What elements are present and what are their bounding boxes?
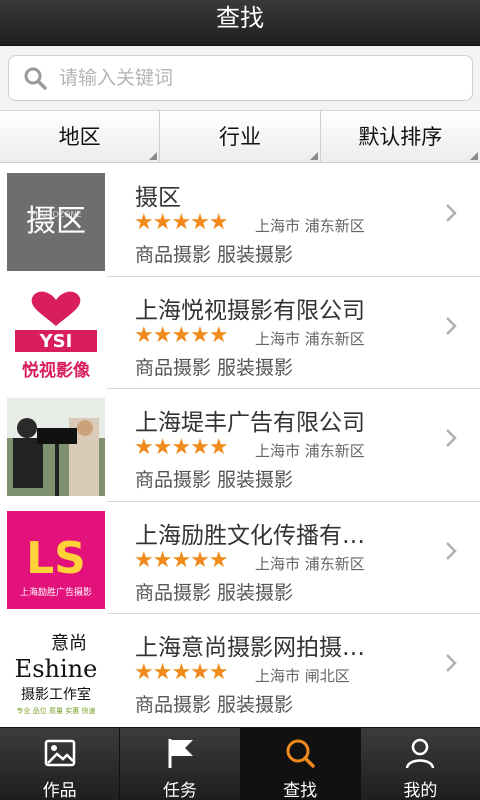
studio-name: 上海堤丰广告有限公司 — [135, 410, 365, 436]
logo-subtext: PHOTOZONE — [30, 210, 81, 219]
studio-name: 摄区 — [135, 185, 181, 211]
studio-location: 上海市 浦东新区 — [255, 554, 365, 573]
logo-footer-text: 专业 品位 质量 实惠 快速 — [17, 706, 96, 715]
studio-list: 摄区 PHOTOZONE 摄区 ★★★★★ 上海市 浦东新区 商品摄影 服装摄影… — [0, 164, 480, 726]
tab-label: 作品 — [42, 781, 77, 800]
chevron-right-icon — [446, 429, 457, 447]
page-title: 查找 — [216, 4, 264, 32]
tab-search[interactable]: 查找 — [240, 728, 361, 800]
dropdown-corner-icon — [149, 152, 158, 160]
tab-tasks[interactable]: 任务 — [120, 728, 241, 800]
star-rating: ★★★★★ — [134, 210, 229, 235]
studio-tags: 商品摄影 服装摄影 — [135, 356, 294, 379]
header-bar: 查找 — [0, 0, 480, 46]
studio-location: 上海市 浦东新区 — [255, 217, 365, 235]
filter-industry[interactable]: 行业 — [160, 111, 321, 162]
star-rating: ★★★★★ — [134, 660, 229, 685]
logo-subtext: YSI — [39, 331, 73, 352]
list-item[interactable]: 意尚 Eshine 摄影工作室 专业 品位 质量 实惠 快速 上海意尚摄影网拍摄… — [0, 614, 480, 726]
chevron-right-icon — [446, 204, 457, 222]
logo-subtext: LS — [26, 533, 86, 584]
filter-sort-label: 默认排序 — [358, 125, 443, 149]
list-item[interactable]: 上海堤丰广告有限公司 ★★★★★ 上海市 浦东新区 商品摄影 服装摄影 — [0, 389, 480, 502]
studio-name: 上海悦视摄影有限公司 — [135, 297, 365, 324]
logo-top-text: 意尚 — [51, 633, 87, 654]
image-icon — [44, 739, 75, 767]
tab-label: 查找 — [283, 781, 318, 800]
search-box[interactable] — [8, 55, 473, 101]
studio-location: 上海市 闸北区 — [255, 667, 350, 685]
list-item[interactable]: YSI 悦视影像 上海悦视摄影有限公司 ★★★★★ 上海市 浦东新区 商品摄影 … — [0, 277, 480, 389]
search-icon — [24, 67, 47, 90]
logo-text: 悦视影像 — [22, 360, 91, 381]
filter-bar: 地区 行业 默认排序 — [0, 110, 480, 163]
dropdown-corner-icon — [469, 152, 478, 160]
bottom-tab-bar: 作品 任务 查找 我的 — [0, 727, 480, 800]
tab-mine[interactable]: 我的 — [361, 728, 480, 800]
chevron-right-icon — [446, 541, 457, 560]
studio-location: 上海市 浦东新区 — [255, 329, 365, 348]
flag-icon — [168, 739, 193, 768]
studio-tags: 商品摄影 服装摄影 — [135, 244, 294, 266]
search-input[interactable] — [59, 64, 459, 92]
logo-text: 摄影工作室 — [21, 686, 91, 703]
search-area — [0, 46, 480, 110]
filter-industry-label: 行业 — [218, 125, 261, 149]
star-rating: ★★★★★ — [134, 322, 229, 348]
logo-text: 上海励胜广告摄影 — [20, 586, 92, 598]
studio-logo: LS 上海励胜广告摄影 — [7, 510, 105, 609]
filter-region-label: 地区 — [58, 125, 101, 149]
tab-label: 任务 — [162, 781, 197, 800]
list-item[interactable]: LS 上海励胜广告摄影 上海励胜文化传播有… ★★★★★ 上海市 浦东新区 商品… — [0, 502, 480, 614]
dropdown-corner-icon — [309, 152, 318, 160]
user-icon — [406, 738, 435, 769]
studio-tags: 商品摄影 服装摄影 — [135, 694, 294, 716]
logo-subtext: Eshine — [15, 655, 98, 683]
star-rating: ★★★★★ — [134, 435, 229, 460]
list-item[interactable]: 摄区 PHOTOZONE 摄区 ★★★★★ 上海市 浦东新区 商品摄影 服装摄影 — [0, 164, 480, 277]
tab-label: 我的 — [403, 781, 438, 800]
studio-name: 上海意尚摄影网拍摄… — [135, 635, 365, 661]
studio-tags: 商品摄影 服装摄影 — [135, 469, 294, 491]
studio-tags: 商品摄影 服装摄影 — [135, 581, 294, 604]
tab-works[interactable]: 作品 — [0, 728, 121, 800]
studio-logo: 摄区 PHOTOZONE — [7, 173, 105, 271]
filter-region[interactable]: 地区 — [0, 111, 161, 162]
chevron-right-icon — [446, 316, 457, 335]
studio-name: 上海励胜文化传播有… — [135, 522, 365, 549]
studio-location: 上海市 浦东新区 — [255, 442, 365, 460]
studio-logo: 意尚 Eshine 摄影工作室 专业 品位 质量 实惠 快速 — [7, 623, 105, 721]
chevron-right-icon — [446, 654, 457, 672]
star-rating: ★★★★★ — [134, 547, 229, 573]
filter-sort[interactable]: 默认排序 — [321, 111, 480, 162]
studio-logo: YSI 悦视影像 — [7, 285, 105, 384]
search-icon — [286, 739, 315, 768]
studio-photo — [7, 398, 105, 496]
